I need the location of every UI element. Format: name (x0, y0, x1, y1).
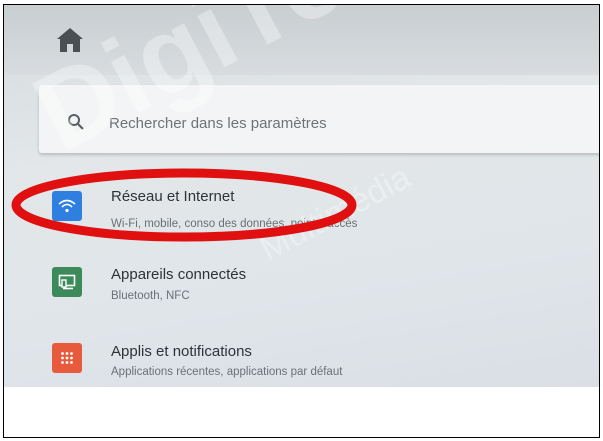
settings-item-title: Réseau et Internet (111, 188, 235, 205)
connected-devices-icon (52, 267, 82, 297)
settings-item-title: Appareils connectés (111, 266, 247, 283)
settings-screen: Rechercher dans les paramètres Réseau et… (4, 5, 599, 387)
wifi-icon (52, 191, 82, 221)
home-icon[interactable] (56, 27, 84, 53)
settings-item-apps[interactable]: Applis et notifications Applications réc… (4, 339, 599, 387)
search-bar[interactable]: Rechercher dans les paramètres (39, 85, 599, 153)
apps-grid-icon (52, 343, 82, 373)
settings-item-subtitle: Wi-Fi, mobile, conso des données, point … (111, 218, 358, 230)
top-app-bar (4, 5, 599, 75)
settings-item-network[interactable]: Réseau et Internet Wi-Fi, mobile, conso … (4, 185, 599, 245)
search-placeholder: Rechercher dans les paramètres (109, 115, 327, 132)
settings-item-title: Applis et notifications (111, 343, 252, 360)
search-icon (68, 114, 84, 130)
settings-item-subtitle: Bluetooth, NFC (111, 290, 190, 302)
settings-item-subtitle: Applications récentes, applications par … (111, 366, 343, 378)
screenshot-frame: Rechercher dans les paramètres Réseau et… (3, 4, 600, 438)
settings-item-connected-devices[interactable]: Appareils connectés Bluetooth, NFC (4, 261, 599, 321)
